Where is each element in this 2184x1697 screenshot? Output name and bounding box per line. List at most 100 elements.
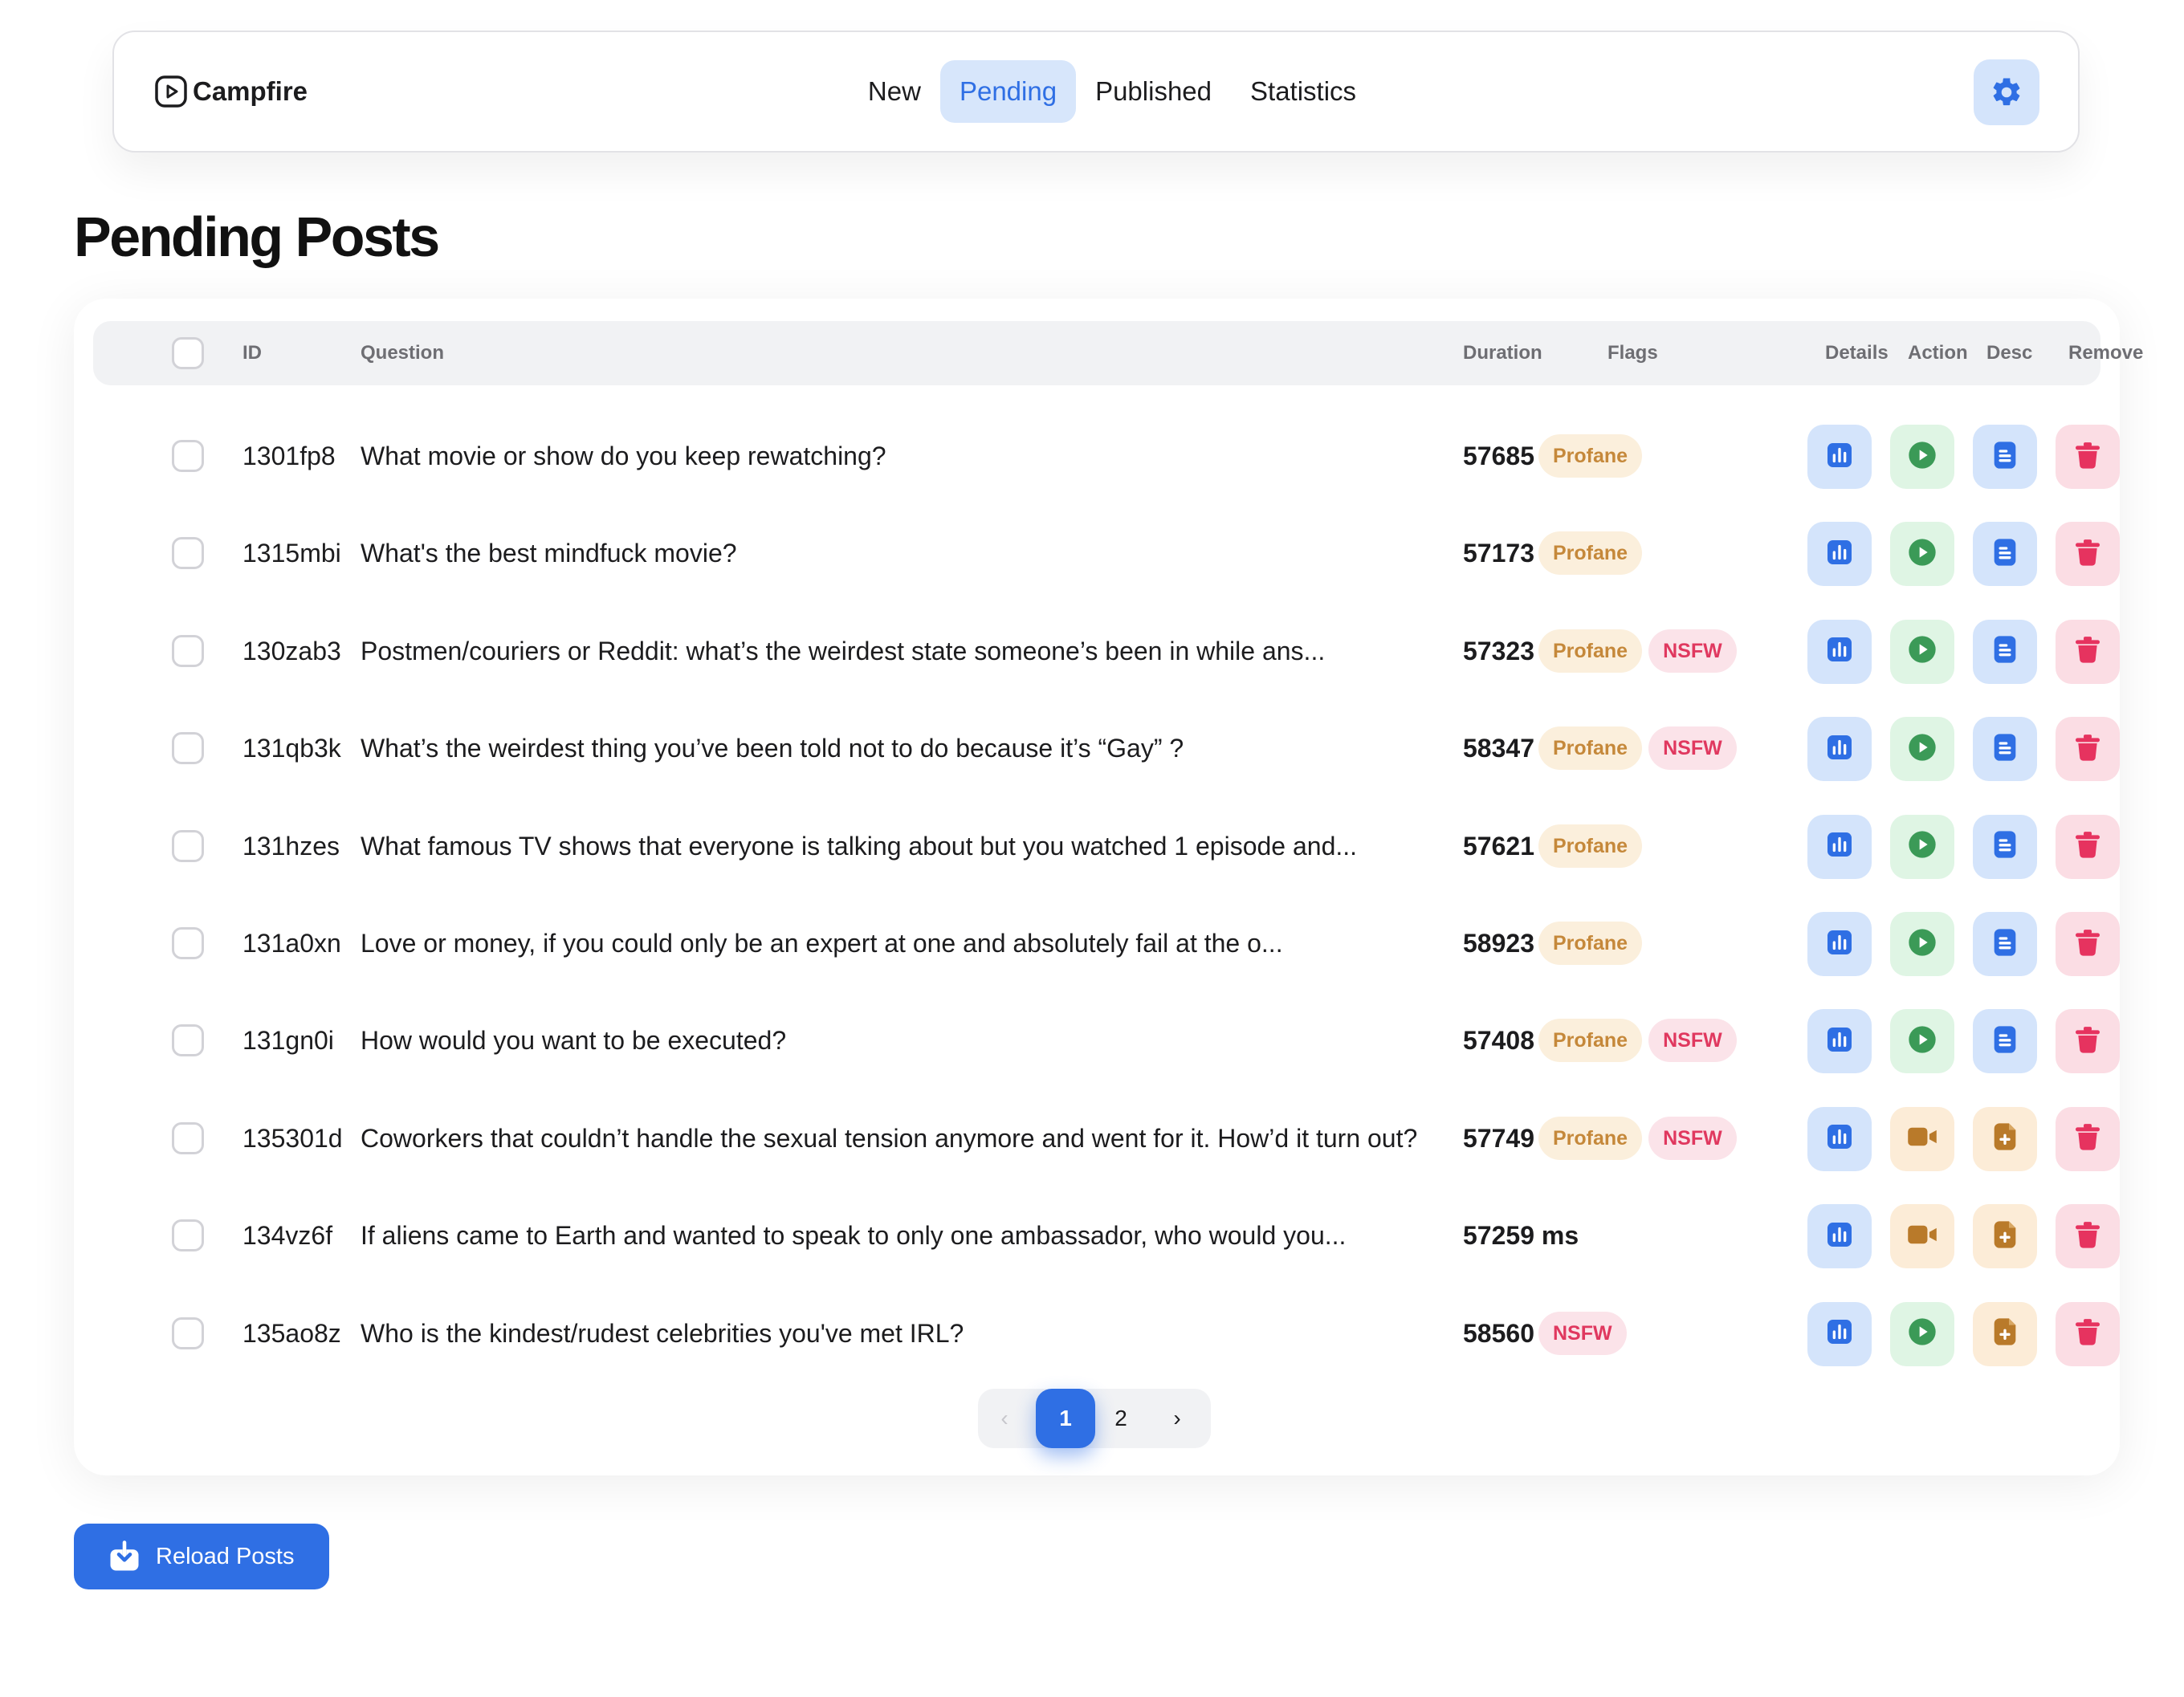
- details-button[interactable]: [1807, 814, 1872, 879]
- remove-button[interactable]: [2056, 522, 2120, 587]
- flags-cell: Profane NSFW: [1538, 629, 1737, 673]
- remove-button[interactable]: [2056, 619, 2120, 684]
- bar-chart-icon: [1823, 828, 1856, 865]
- row-checkbox[interactable]: [172, 1024, 204, 1057]
- details-button[interactable]: [1807, 1301, 1872, 1366]
- desc-button[interactable]: [1973, 1204, 2037, 1269]
- details-button[interactable]: [1807, 522, 1872, 587]
- desc-button[interactable]: [1973, 425, 2037, 489]
- header-duration[interactable]: Duration: [1463, 321, 1542, 385]
- table-row: 135ao8z Who is the kindest/rudest celebr…: [74, 1285, 2120, 1382]
- flag-badge: Profane: [1538, 726, 1643, 771]
- action-button[interactable]: [1890, 814, 1954, 879]
- desc-button[interactable]: [1973, 1301, 2037, 1366]
- action-button[interactable]: [1890, 619, 1954, 684]
- tab-published[interactable]: Published: [1076, 60, 1231, 123]
- tab-statistics[interactable]: Statistics: [1231, 60, 1375, 123]
- flag-badge: NSFW: [1648, 1116, 1737, 1160]
- post-question: What movie or show do you keep rewatchin…: [361, 442, 886, 470]
- header-id[interactable]: ID: [242, 321, 262, 385]
- bar-chart-icon: [1823, 1219, 1856, 1255]
- details-button[interactable]: [1807, 1106, 1872, 1171]
- remove-button[interactable]: [2056, 717, 2120, 782]
- remove-button[interactable]: [2056, 814, 2120, 879]
- remove-button[interactable]: [2056, 1204, 2120, 1269]
- row-checkbox[interactable]: [172, 732, 204, 765]
- posts-table-card: ID Question Duration Flags Details Actio…: [74, 299, 2143, 1475]
- header-remove: Remove: [2068, 342, 2144, 364]
- flag-badge: Profane: [1538, 824, 1643, 868]
- header-flags: Flags: [1607, 342, 1658, 364]
- table-row: 130zab3 Postmen/couriers or Reddit: what…: [74, 603, 2120, 699]
- flag-badge: NSFW: [1648, 726, 1737, 771]
- tab-new[interactable]: New: [849, 60, 940, 123]
- remove-button[interactable]: [2056, 1106, 2120, 1171]
- desc-button[interactable]: [1973, 717, 2037, 782]
- action-button[interactable]: [1890, 1106, 1954, 1171]
- video-icon: [1905, 1121, 1939, 1157]
- desc-button[interactable]: [1973, 522, 2037, 587]
- remove-button[interactable]: [2056, 1009, 2120, 1074]
- reload-label: Reload Posts: [156, 1543, 295, 1569]
- flags-cell: Profane: [1538, 434, 1643, 478]
- details-button[interactable]: [1807, 1009, 1872, 1074]
- action-button[interactable]: [1890, 912, 1954, 976]
- header-question[interactable]: Question: [361, 321, 444, 385]
- row-checkbox[interactable]: [172, 1316, 204, 1349]
- details-button[interactable]: [1807, 425, 1872, 489]
- settings-button[interactable]: [1974, 59, 2039, 125]
- row-checkbox[interactable]: [172, 634, 204, 667]
- row-checkbox[interactable]: [172, 1121, 204, 1154]
- desc-button[interactable]: [1973, 1106, 2037, 1171]
- row-checkbox[interactable]: [172, 537, 204, 570]
- details-button[interactable]: [1807, 717, 1872, 782]
- action-button[interactable]: [1890, 425, 1954, 489]
- action-button[interactable]: [1890, 1009, 1954, 1074]
- table-header: ID Question Duration Flags Details Actio…: [93, 321, 2143, 385]
- brand[interactable]: Campfire: [154, 75, 308, 108]
- page-1-button[interactable]: 1: [1036, 1389, 1095, 1448]
- post-question: Postmen/couriers or Reddit: what’s the w…: [361, 636, 1326, 665]
- flags-cell: Profane: [1538, 531, 1643, 576]
- row-checkbox[interactable]: [172, 829, 204, 862]
- play-icon: [1906, 633, 1938, 669]
- bar-chart-icon: [1823, 731, 1856, 767]
- row-checkbox[interactable]: [172, 440, 204, 472]
- prev-page-button[interactable]: ‹: [992, 1389, 1017, 1448]
- flag-badge: NSFW: [1648, 1019, 1737, 1063]
- post-id: 131qb3k: [242, 734, 341, 763]
- flags-cell: Profane NSFW: [1538, 1019, 1737, 1063]
- next-page-button[interactable]: ›: [1161, 1389, 1193, 1448]
- desc-button[interactable]: [1973, 814, 2037, 879]
- action-button[interactable]: [1890, 717, 1954, 782]
- page-title: Pending Posts: [74, 206, 440, 268]
- trash-icon: [2072, 731, 2104, 767]
- action-button[interactable]: [1890, 522, 1954, 587]
- action-button[interactable]: [1890, 1204, 1954, 1269]
- file-add-icon: [1989, 1219, 2021, 1255]
- row-checkbox[interactable]: [172, 1219, 204, 1252]
- page-2-button[interactable]: 2: [1105, 1389, 1137, 1448]
- tab-pending[interactable]: Pending: [939, 60, 1077, 123]
- brand-name: Campfire: [193, 76, 308, 106]
- remove-button[interactable]: [2056, 912, 2120, 976]
- bar-chart-icon: [1823, 633, 1856, 669]
- reload-posts-button[interactable]: Reload Posts: [74, 1524, 329, 1589]
- details-button[interactable]: [1807, 619, 1872, 684]
- post-question: Who is the kindest/rudest celebrities yo…: [361, 1318, 964, 1348]
- desc-button[interactable]: [1973, 912, 2037, 976]
- desc-button[interactable]: [1973, 619, 2037, 684]
- remove-button[interactable]: [2056, 1301, 2120, 1366]
- video-icon: [1905, 1219, 1939, 1255]
- desc-button[interactable]: [1973, 1009, 2037, 1074]
- details-button[interactable]: [1807, 1204, 1872, 1269]
- post-question: If aliens came to Earth and wanted to sp…: [361, 1221, 1347, 1251]
- row-checkbox[interactable]: [172, 927, 204, 959]
- action-button[interactable]: [1890, 1301, 1954, 1366]
- details-button[interactable]: [1807, 912, 1872, 976]
- select-all-checkbox[interactable]: [172, 337, 204, 369]
- play-icon: [1906, 439, 1938, 475]
- remove-button[interactable]: [2056, 425, 2120, 489]
- bar-chart-icon: [1823, 1023, 1856, 1060]
- header-action: Action: [1908, 342, 1968, 364]
